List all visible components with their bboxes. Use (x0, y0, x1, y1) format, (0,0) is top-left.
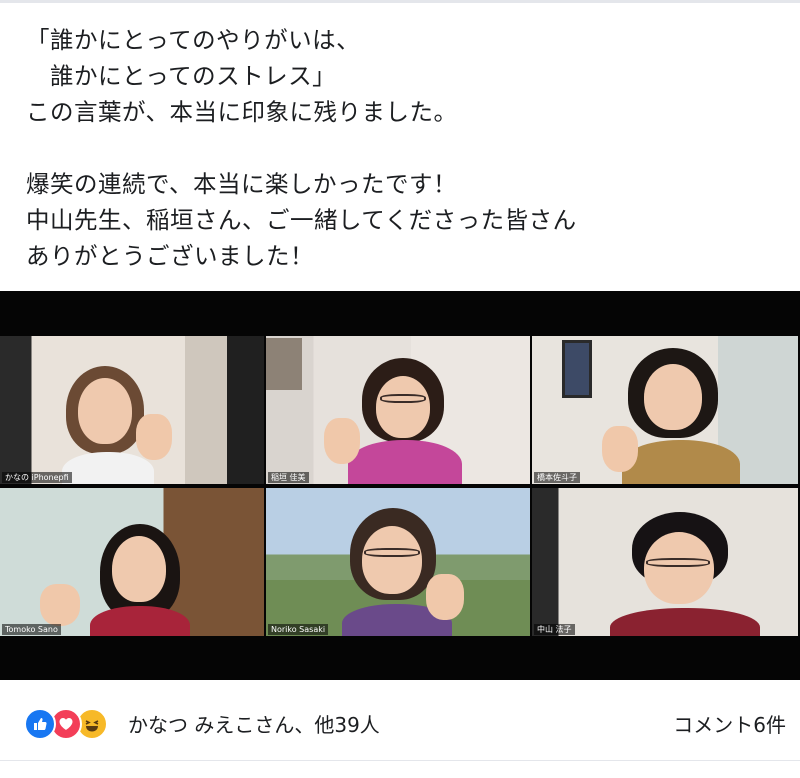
post-photo[interactable]: かなの iPhonepfi 稲垣 佳美 橋本佐斗子 Tomoko Sano No… (0, 291, 800, 680)
participant-name: 中山 法子 (534, 624, 575, 635)
participant-name: Tomoko Sano (2, 624, 61, 635)
video-tile: Noriko Sasaki (266, 488, 530, 636)
video-tile: 中山 法子 (532, 488, 798, 636)
post-line-spacer (26, 130, 786, 166)
reaction-icons[interactable] (24, 708, 134, 742)
video-tile: Tomoko Sano (0, 488, 264, 636)
participant-name: かなの iPhonepfi (2, 472, 72, 483)
wall-picture (266, 338, 302, 390)
post-line: ありがとうございました！ (26, 242, 314, 270)
video-tile: 稲垣 佳美 (266, 336, 530, 484)
footer-divider (0, 760, 800, 761)
post-line: 爆笑の連続で、本当に楽しかったです！ (26, 170, 458, 198)
post-line: 「誰かにとってのやりがいは、 (26, 26, 361, 54)
post-line: 中山先生、稲垣さん、ご一緒してくださった皆さん (26, 206, 577, 234)
participant-name: Noriko Sasaki (268, 624, 329, 635)
participant-name: 稲垣 佳美 (268, 472, 309, 483)
like-icon (24, 708, 56, 740)
reactions-summary[interactable]: かなつ みえこさん、他39人 (128, 710, 380, 740)
video-tile: 橋本佐斗子 (532, 336, 798, 484)
post-text: 「誰かにとってのやりがいは、 誰かにとってのストレス」 この言葉が、本当に印象に… (26, 22, 786, 274)
participant-name: 橋本佐斗子 (534, 472, 580, 483)
post-line: 誰かにとってのストレス」 (26, 62, 337, 90)
video-tile: かなの iPhonepfi (0, 336, 264, 484)
top-divider (0, 0, 800, 3)
wall-picture (562, 340, 592, 398)
comments-link[interactable]: コメント6件 (673, 710, 786, 740)
post-line: この言葉が、本当に印象に残りました。 (26, 98, 458, 126)
